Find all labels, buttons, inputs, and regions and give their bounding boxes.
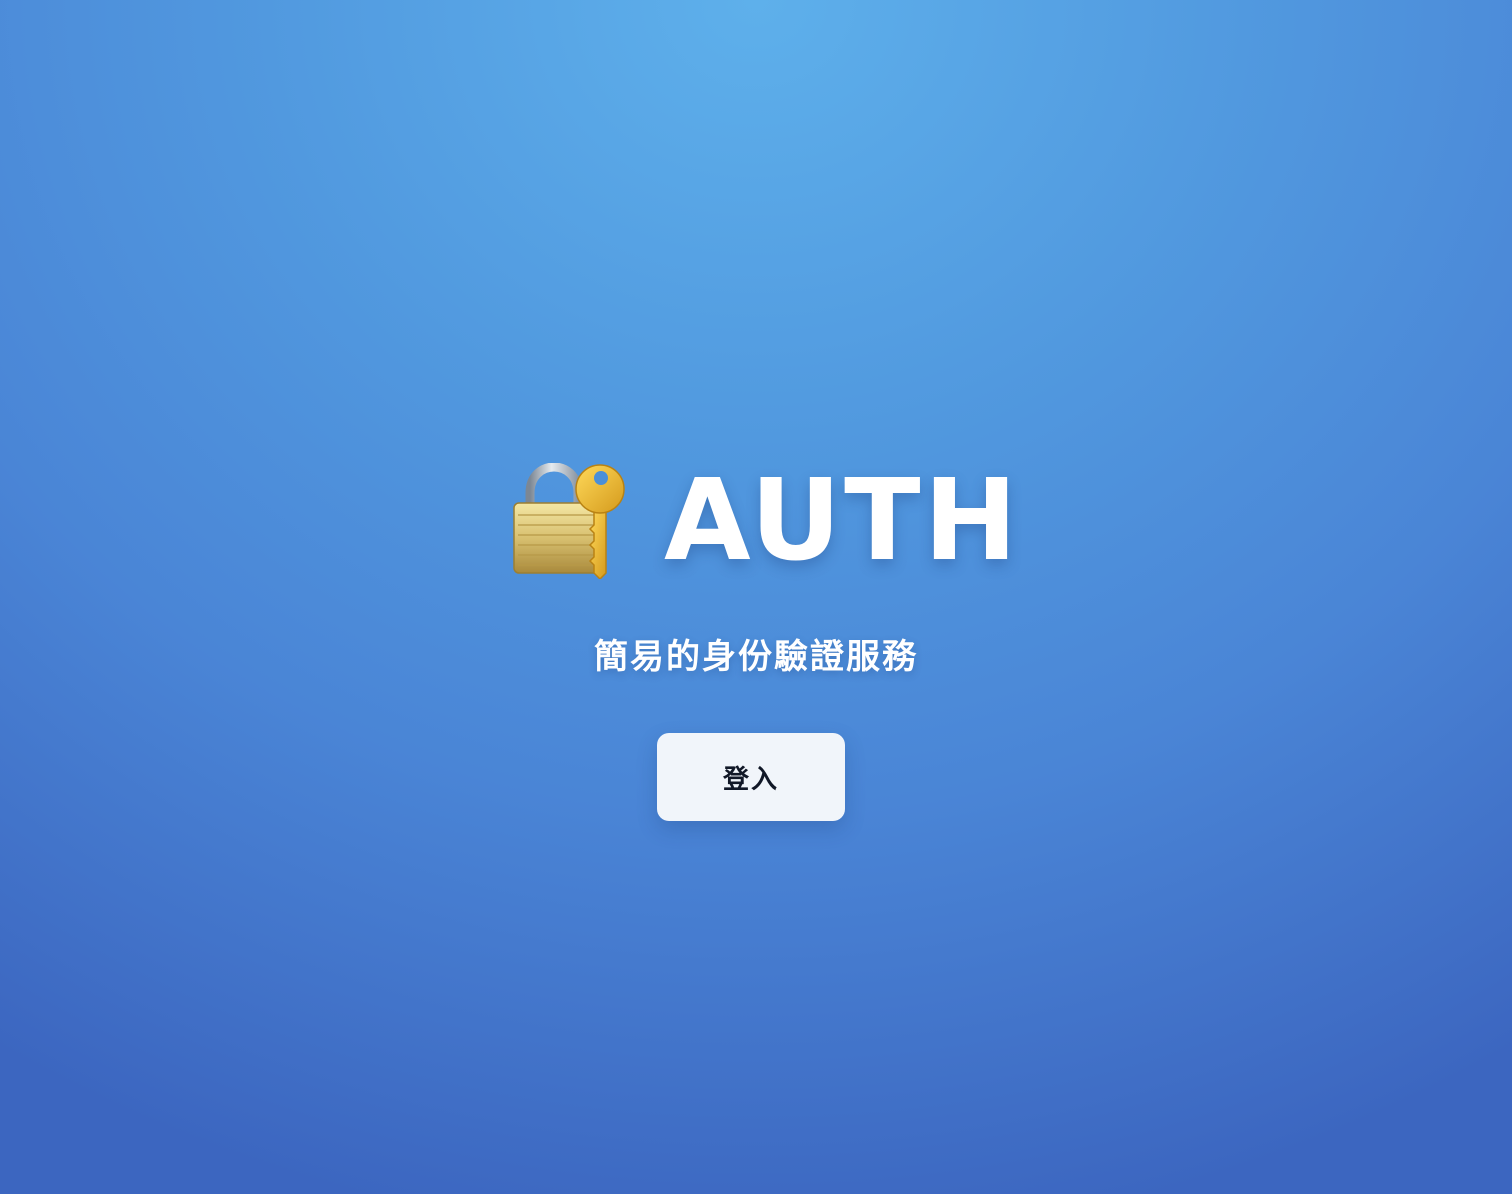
login-button[interactable]: 登入 [657, 733, 845, 821]
hero-section: AUTH 簡易的身份驗證服務 登入 [0, 0, 1512, 1194]
auth-landing-page: AUTH 簡易的身份驗證服務 登入 [0, 0, 1512, 1194]
app-subtitle: 簡易的身份驗證服務 [594, 637, 918, 677]
app-title: AUTH [664, 456, 1021, 586]
lock-with-key-icon [513, 463, 625, 579]
brand-header: AUTH [510, 462, 1020, 580]
